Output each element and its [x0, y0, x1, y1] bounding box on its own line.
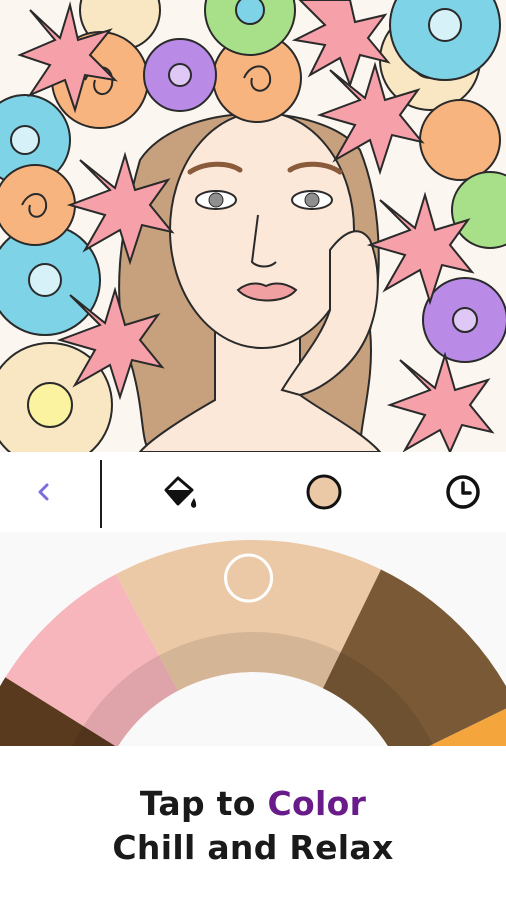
rose-orange-right	[419, 99, 501, 181]
color-wheel[interactable]	[0, 532, 506, 746]
coloring-artwork[interactable]	[0, 0, 506, 452]
selected-color-button[interactable]	[302, 470, 346, 514]
toolbar-divider	[100, 460, 102, 528]
flower-purple-right	[422, 277, 506, 363]
back-button[interactable]	[22, 470, 66, 514]
tagline: Tap to Color Chill and Relax	[0, 746, 506, 900]
artwork-canvas[interactable]	[0, 0, 506, 452]
tagline-highlight: Color	[267, 784, 367, 823]
face	[169, 111, 355, 349]
tool-bar	[0, 452, 506, 532]
flower-purple-top	[143, 38, 217, 112]
rose-orange-left	[0, 164, 76, 246]
color-swatch-icon	[306, 474, 342, 510]
tagline-line-2: Chill and Relax	[112, 828, 394, 867]
tagline-prefix: Tap to	[139, 784, 268, 823]
paint-bucket-icon	[164, 476, 197, 508]
history-button[interactable]	[441, 470, 485, 514]
chevron-left-icon	[38, 483, 49, 501]
clock-icon	[446, 475, 480, 509]
tagline-line-1: Tap to Color	[0, 784, 506, 823]
fill-tool-button[interactable]	[158, 470, 202, 514]
color-wheel-panel[interactable]	[0, 532, 506, 746]
